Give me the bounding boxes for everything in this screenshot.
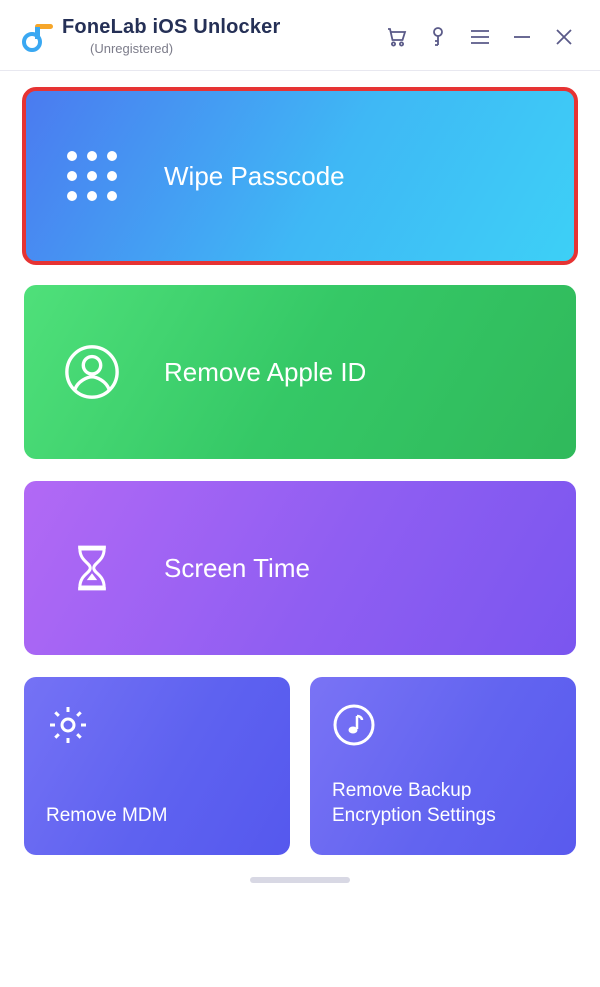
wipe-passcode-label: Wipe Passcode	[164, 161, 345, 192]
app-logo-icon	[18, 18, 54, 54]
header-left: FoneLab iOS Unlocker (Unregistered)	[18, 18, 280, 56]
wipe-passcode-card[interactable]: Wipe Passcode	[24, 89, 576, 263]
remove-backup-encryption-label: Remove Backup Encryption Settings	[332, 778, 554, 829]
resize-handle[interactable]	[250, 877, 350, 883]
gear-icon	[46, 703, 90, 747]
key-icon[interactable]	[426, 25, 450, 49]
remove-mdm-card[interactable]: Remove MDM	[24, 677, 290, 855]
remove-apple-id-label: Remove Apple ID	[164, 357, 366, 388]
remove-backup-encryption-card[interactable]: Remove Backup Encryption Settings	[310, 677, 576, 855]
title-bar: FoneLab iOS Unlocker (Unregistered)	[0, 0, 600, 71]
menu-icon[interactable]	[468, 25, 492, 49]
passcode-grid-icon	[60, 144, 124, 208]
main-content: Wipe Passcode Remove Apple ID Screen Tim…	[0, 71, 600, 855]
cart-icon[interactable]	[384, 25, 408, 49]
music-note-circle-icon	[332, 703, 376, 747]
remove-mdm-label: Remove MDM	[46, 803, 268, 829]
screen-time-label: Screen Time	[164, 553, 310, 584]
app-subtitle: (Unregistered)	[90, 41, 280, 56]
remove-apple-id-card[interactable]: Remove Apple ID	[24, 285, 576, 459]
screen-time-card[interactable]: Screen Time	[24, 481, 576, 655]
app-title: FoneLab iOS Unlocker	[62, 16, 280, 39]
header-actions	[384, 25, 576, 49]
user-circle-icon	[60, 340, 124, 404]
close-icon[interactable]	[552, 25, 576, 49]
minimize-icon[interactable]	[510, 25, 534, 49]
hourglass-icon	[60, 536, 124, 600]
